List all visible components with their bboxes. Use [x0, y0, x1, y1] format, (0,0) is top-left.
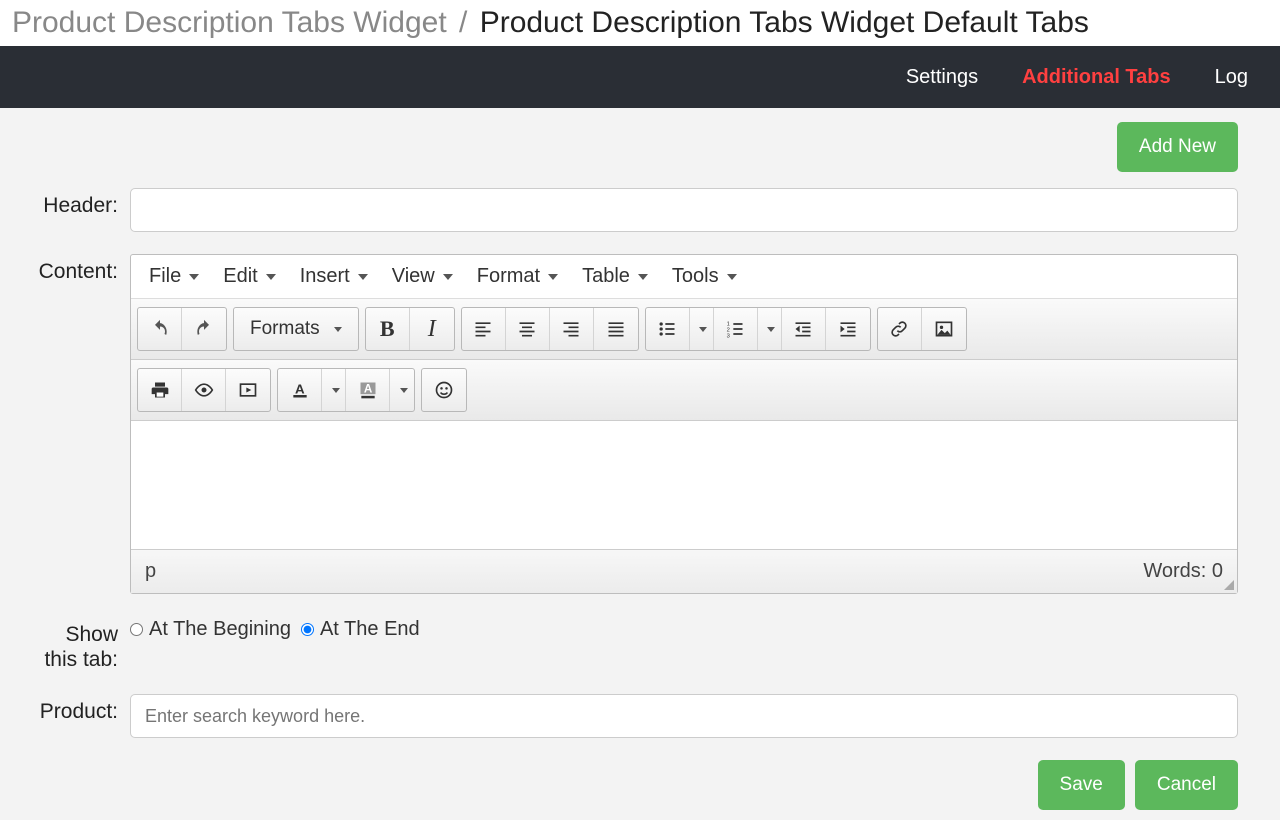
link-button[interactable]	[878, 308, 922, 350]
chevron-down-icon	[266, 274, 276, 280]
redo-icon	[194, 319, 214, 339]
breadcrumb: Product Description Tabs Widget / Produc…	[0, 0, 1280, 46]
svg-text:A: A	[295, 381, 305, 396]
image-button[interactable]	[922, 308, 966, 350]
link-icon	[889, 319, 909, 339]
italic-button[interactable]: I	[410, 308, 454, 350]
align-left-button[interactable]	[462, 308, 506, 350]
redo-button[interactable]	[182, 308, 226, 350]
menu-insert[interactable]: Insert	[300, 265, 368, 288]
radio-end-input[interactable]	[301, 623, 314, 636]
radio-beginning[interactable]: At The Begining	[130, 618, 291, 641]
print-button[interactable]	[138, 369, 182, 411]
undo-button[interactable]	[138, 308, 182, 350]
breadcrumb-separator: /	[459, 6, 467, 39]
radio-end[interactable]: At The End	[301, 618, 420, 641]
menu-view[interactable]: View	[392, 265, 453, 288]
align-justify-icon	[606, 319, 626, 339]
editor-content-area[interactable]	[131, 421, 1237, 549]
menu-table[interactable]: Table	[582, 265, 648, 288]
chevron-down-icon	[727, 274, 737, 280]
chevron-down-icon	[767, 327, 775, 332]
chevron-down-icon	[358, 274, 368, 280]
bullet-list-icon	[657, 319, 677, 339]
undo-icon	[150, 319, 170, 339]
editor-menubar: File Edit Insert View Format Table Tools	[131, 255, 1237, 299]
editor-statusbar: p Words: 0	[131, 549, 1237, 593]
bullet-list-options[interactable]	[690, 308, 714, 350]
numbered-list-button[interactable]: 123	[714, 308, 758, 350]
eye-icon	[194, 380, 214, 400]
chevron-down-icon	[699, 327, 707, 332]
numbered-list-icon: 123	[725, 319, 745, 339]
align-justify-button[interactable]	[594, 308, 638, 350]
menu-edit[interactable]: Edit	[223, 265, 275, 288]
menu-format[interactable]: Format	[477, 265, 558, 288]
rich-text-editor: File Edit Insert View Format Table Tools…	[130, 254, 1238, 594]
numbered-list-options[interactable]	[758, 308, 782, 350]
text-color-options[interactable]	[322, 369, 346, 411]
breadcrumb-parent[interactable]: Product Description Tabs Widget	[12, 6, 447, 39]
chevron-down-icon	[189, 274, 199, 280]
element-path[interactable]: p	[145, 560, 156, 583]
background-color-options[interactable]	[390, 369, 414, 411]
align-left-icon	[473, 319, 493, 339]
print-icon	[150, 380, 170, 400]
save-button[interactable]: Save	[1038, 760, 1125, 810]
add-new-button[interactable]: Add New	[1117, 122, 1238, 172]
align-right-icon	[561, 319, 581, 339]
header-input[interactable]	[130, 188, 1238, 232]
editor-toolbar-row-1: Formats B I 123	[131, 299, 1237, 360]
product-label: Product:	[0, 694, 130, 738]
editor-toolbar-row-2: A A	[131, 360, 1237, 421]
menu-file[interactable]: File	[149, 265, 199, 288]
text-color-button[interactable]: A	[278, 369, 322, 411]
align-center-icon	[517, 319, 537, 339]
bold-button[interactable]: B	[366, 308, 410, 350]
align-right-button[interactable]	[550, 308, 594, 350]
navbar: Settings Additional Tabs Log	[0, 46, 1280, 108]
image-icon	[934, 319, 954, 339]
media-icon	[238, 380, 258, 400]
nav-settings[interactable]: Settings	[906, 66, 978, 89]
background-color-icon: A	[358, 380, 378, 400]
chevron-down-icon	[332, 388, 340, 393]
chevron-down-icon	[334, 327, 342, 332]
outdent-button[interactable]	[782, 308, 826, 350]
svg-text:3: 3	[727, 333, 730, 339]
bold-icon: B	[380, 316, 395, 342]
nav-additional-tabs[interactable]: Additional Tabs	[1022, 66, 1171, 89]
chevron-down-icon	[638, 274, 648, 280]
show-tab-label: Showthis tab:	[0, 616, 130, 672]
emoji-button[interactable]	[422, 369, 466, 411]
content-label: Content:	[0, 254, 130, 594]
preview-button[interactable]	[182, 369, 226, 411]
cancel-button[interactable]: Cancel	[1135, 760, 1238, 810]
text-color-icon: A	[290, 380, 310, 400]
resize-handle[interactable]	[1222, 578, 1234, 590]
italic-icon: I	[428, 316, 436, 343]
media-button[interactable]	[226, 369, 270, 411]
breadcrumb-current: Product Description Tabs Widget Default …	[480, 6, 1089, 39]
menu-tools[interactable]: Tools	[672, 265, 737, 288]
emoji-icon	[434, 380, 454, 400]
bullet-list-button[interactable]	[646, 308, 690, 350]
header-label: Header:	[0, 188, 130, 232]
indent-button[interactable]	[826, 308, 870, 350]
page-body: Add New Header: Content: File Edit Inser…	[0, 108, 1280, 820]
align-center-button[interactable]	[506, 308, 550, 350]
chevron-down-icon	[443, 274, 453, 280]
background-color-button[interactable]: A	[346, 369, 390, 411]
show-tab-radio-group: At The Begining At The End	[130, 616, 1238, 641]
chevron-down-icon	[548, 274, 558, 280]
product-search-input[interactable]	[130, 694, 1238, 738]
chevron-down-icon	[400, 388, 408, 393]
formats-dropdown[interactable]: Formats	[234, 308, 358, 350]
indent-icon	[838, 319, 858, 339]
svg-text:A: A	[363, 383, 372, 396]
word-count: Words: 0	[1143, 560, 1223, 583]
nav-log[interactable]: Log	[1215, 66, 1248, 89]
outdent-icon	[793, 319, 813, 339]
radio-beginning-input[interactable]	[130, 623, 143, 636]
